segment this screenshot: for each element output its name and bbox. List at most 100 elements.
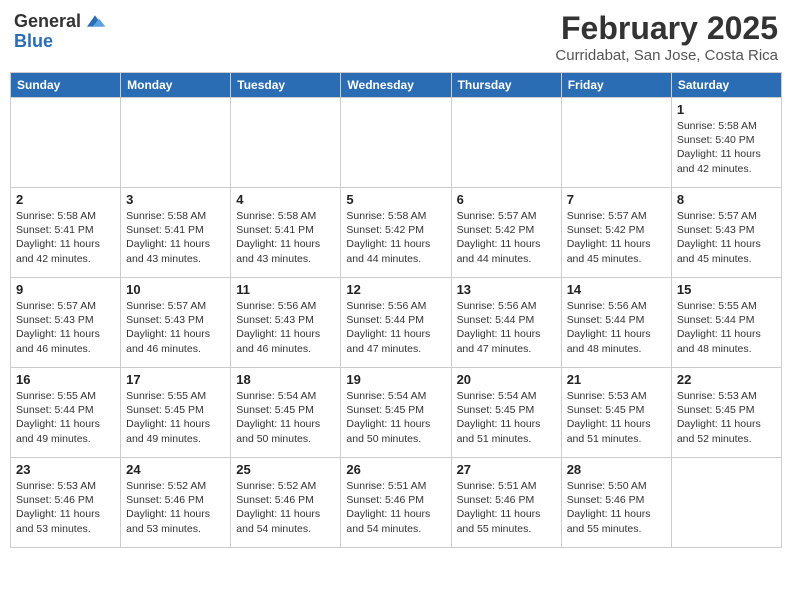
calendar-day-cell	[121, 98, 231, 188]
day-number: 12	[346, 282, 445, 297]
calendar-day-cell: 15 Sunrise: 5:55 AM Sunset: 5:44 PM Dayli…	[671, 278, 781, 368]
day-number: 6	[457, 192, 556, 207]
calendar-day-cell	[671, 458, 781, 548]
day-number: 16	[16, 372, 115, 387]
day-of-week-header: Monday	[121, 73, 231, 98]
day-info: Sunrise: 5:52 AM Sunset: 5:46 PM Dayligh…	[236, 479, 335, 536]
day-info: Sunrise: 5:53 AM Sunset: 5:46 PM Dayligh…	[16, 479, 115, 536]
day-number: 10	[126, 282, 225, 297]
day-number: 27	[457, 462, 556, 477]
day-info: Sunrise: 5:54 AM Sunset: 5:45 PM Dayligh…	[236, 389, 335, 446]
day-info: Sunrise: 5:53 AM Sunset: 5:45 PM Dayligh…	[567, 389, 666, 446]
calendar-day-cell: 9 Sunrise: 5:57 AM Sunset: 5:43 PM Daylig…	[11, 278, 121, 368]
calendar-week-row: 1 Sunrise: 5:58 AM Sunset: 5:40 PM Daylig…	[11, 98, 782, 188]
day-number: 17	[126, 372, 225, 387]
day-number: 13	[457, 282, 556, 297]
day-info: Sunrise: 5:58 AM Sunset: 5:41 PM Dayligh…	[126, 209, 225, 266]
location-title: Curridabat, San Jose, Costa Rica	[555, 47, 778, 64]
day-number: 19	[346, 372, 445, 387]
day-number: 25	[236, 462, 335, 477]
calendar-week-row: 23 Sunrise: 5:53 AM Sunset: 5:46 PM Dayli…	[11, 458, 782, 548]
day-of-week-header: Thursday	[451, 73, 561, 98]
calendar-day-cell: 8 Sunrise: 5:57 AM Sunset: 5:43 PM Daylig…	[671, 188, 781, 278]
day-number: 15	[677, 282, 776, 297]
calendar-day-cell: 13 Sunrise: 5:56 AM Sunset: 5:44 PM Dayli…	[451, 278, 561, 368]
logo-icon	[83, 10, 107, 32]
calendar-day-cell: 4 Sunrise: 5:58 AM Sunset: 5:41 PM Daylig…	[231, 188, 341, 278]
day-info: Sunrise: 5:56 AM Sunset: 5:44 PM Dayligh…	[567, 299, 666, 356]
calendar-day-cell: 28Sunrise: 5:50 AM Sunset: 5:46 PM Dayli…	[561, 458, 671, 548]
calendar-day-cell: 23 Sunrise: 5:53 AM Sunset: 5:46 PM Dayli…	[11, 458, 121, 548]
calendar-day-cell: 16 Sunrise: 5:55 AM Sunset: 5:44 PM Dayli…	[11, 368, 121, 458]
day-info: Sunrise: 5:57 AM Sunset: 5:42 PM Dayligh…	[457, 209, 556, 266]
day-info: Sunrise: 5:52 AM Sunset: 5:46 PM Dayligh…	[126, 479, 225, 536]
day-number: 14	[567, 282, 666, 297]
day-info: Sunrise: 5:56 AM Sunset: 5:44 PM Dayligh…	[457, 299, 556, 356]
calendar-day-cell: 24 Sunrise: 5:52 AM Sunset: 5:46 PM Dayli…	[121, 458, 231, 548]
day-number: 23	[16, 462, 115, 477]
day-info: Sunrise: 5:54 AM Sunset: 5:45 PM Dayligh…	[457, 389, 556, 446]
day-number: 9	[16, 282, 115, 297]
month-title: February 2025	[555, 10, 778, 47]
day-number: 8	[677, 192, 776, 207]
calendar-day-cell: 27 Sunrise: 5:51 AM Sunset: 5:46 PM Dayli…	[451, 458, 561, 548]
day-number: 11	[236, 282, 335, 297]
day-of-week-header: Saturday	[671, 73, 781, 98]
day-info: Sunrise: 5:55 AM Sunset: 5:44 PM Dayligh…	[677, 299, 776, 356]
day-info: Sunrise: 5:58 AM Sunset: 5:42 PM Dayligh…	[346, 209, 445, 266]
calendar-day-cell	[451, 98, 561, 188]
calendar-day-cell: 1 Sunrise: 5:58 AM Sunset: 5:40 PM Daylig…	[671, 98, 781, 188]
day-of-week-header: Friday	[561, 73, 671, 98]
day-number: 1	[677, 102, 776, 117]
calendar-day-cell: 19 Sunrise: 5:54 AM Sunset: 5:45 PM Dayli…	[341, 368, 451, 458]
day-number: 22	[677, 372, 776, 387]
calendar-table: SundayMondayTuesdayWednesdayThursdayFrid…	[10, 72, 782, 548]
day-info: Sunrise: 5:54 AM Sunset: 5:45 PM Dayligh…	[346, 389, 445, 446]
day-info: Sunrise: 5:56 AM Sunset: 5:43 PM Dayligh…	[236, 299, 335, 356]
calendar-day-cell: 21 Sunrise: 5:53 AM Sunset: 5:45 PM Dayli…	[561, 368, 671, 458]
calendar-day-cell: 7Sunrise: 5:57 AM Sunset: 5:42 PM Daylig…	[561, 188, 671, 278]
logo-text-general: General	[14, 12, 81, 30]
day-info: Sunrise: 5:58 AM Sunset: 5:41 PM Dayligh…	[236, 209, 335, 266]
calendar-day-cell: 5 Sunrise: 5:58 AM Sunset: 5:42 PM Daylig…	[341, 188, 451, 278]
calendar-day-cell	[11, 98, 121, 188]
day-of-week-header: Wednesday	[341, 73, 451, 98]
day-info: Sunrise: 5:58 AM Sunset: 5:40 PM Dayligh…	[677, 119, 776, 176]
title-block: February 2025 Curridabat, San Jose, Cost…	[555, 10, 778, 64]
calendar-day-cell	[231, 98, 341, 188]
calendar-day-cell: 17Sunrise: 5:55 AM Sunset: 5:45 PM Dayli…	[121, 368, 231, 458]
calendar-day-cell	[341, 98, 451, 188]
logo-text-blue: Blue	[14, 32, 53, 50]
day-number: 3	[126, 192, 225, 207]
day-info: Sunrise: 5:57 AM Sunset: 5:43 PM Dayligh…	[126, 299, 225, 356]
day-number: 2	[16, 192, 115, 207]
day-info: Sunrise: 5:57 AM Sunset: 5:42 PM Dayligh…	[567, 209, 666, 266]
day-info: Sunrise: 5:56 AM Sunset: 5:44 PM Dayligh…	[346, 299, 445, 356]
day-info: Sunrise: 5:55 AM Sunset: 5:44 PM Dayligh…	[16, 389, 115, 446]
calendar-day-cell: 26Sunrise: 5:51 AM Sunset: 5:46 PM Dayli…	[341, 458, 451, 548]
calendar-day-cell: 20Sunrise: 5:54 AM Sunset: 5:45 PM Dayli…	[451, 368, 561, 458]
day-number: 21	[567, 372, 666, 387]
day-number: 4	[236, 192, 335, 207]
day-number: 24	[126, 462, 225, 477]
day-info: Sunrise: 5:57 AM Sunset: 5:43 PM Dayligh…	[677, 209, 776, 266]
day-info: Sunrise: 5:51 AM Sunset: 5:46 PM Dayligh…	[457, 479, 556, 536]
calendar-day-cell: 6 Sunrise: 5:57 AM Sunset: 5:42 PM Daylig…	[451, 188, 561, 278]
calendar-day-cell: 14 Sunrise: 5:56 AM Sunset: 5:44 PM Dayli…	[561, 278, 671, 368]
logo: General Blue	[14, 10, 107, 50]
calendar-day-cell: 18Sunrise: 5:54 AM Sunset: 5:45 PM Dayli…	[231, 368, 341, 458]
day-number: 5	[346, 192, 445, 207]
calendar-day-cell: 11 Sunrise: 5:56 AM Sunset: 5:43 PM Dayli…	[231, 278, 341, 368]
day-of-week-header: Sunday	[11, 73, 121, 98]
calendar-day-cell: 25 Sunrise: 5:52 AM Sunset: 5:46 PM Dayli…	[231, 458, 341, 548]
calendar-week-row: 16 Sunrise: 5:55 AM Sunset: 5:44 PM Dayli…	[11, 368, 782, 458]
calendar-week-row: 2 Sunrise: 5:58 AM Sunset: 5:41 PM Daylig…	[11, 188, 782, 278]
calendar-header-row: SundayMondayTuesdayWednesdayThursdayFrid…	[11, 73, 782, 98]
day-info: Sunrise: 5:57 AM Sunset: 5:43 PM Dayligh…	[16, 299, 115, 356]
calendar-day-cell: 22 Sunrise: 5:53 AM Sunset: 5:45 PM Dayli…	[671, 368, 781, 458]
calendar-day-cell: 2Sunrise: 5:58 AM Sunset: 5:41 PM Daylig…	[11, 188, 121, 278]
day-info: Sunrise: 5:53 AM Sunset: 5:45 PM Dayligh…	[677, 389, 776, 446]
calendar-day-cell: 12 Sunrise: 5:56 AM Sunset: 5:44 PM Dayli…	[341, 278, 451, 368]
calendar-day-cell: 3 Sunrise: 5:58 AM Sunset: 5:41 PM Daylig…	[121, 188, 231, 278]
calendar-day-cell: 10 Sunrise: 5:57 AM Sunset: 5:43 PM Dayli…	[121, 278, 231, 368]
